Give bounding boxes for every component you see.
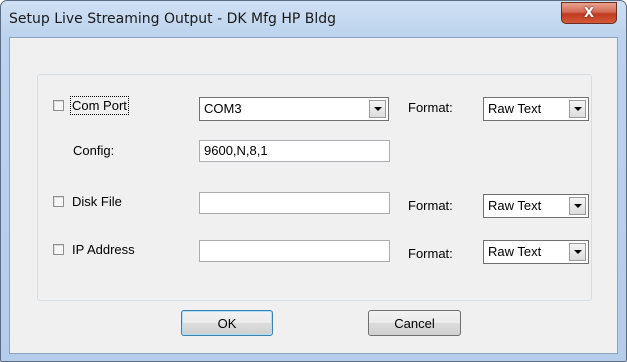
ip-address-input[interactable]: [199, 240, 390, 262]
ip-address-label: IP Address: [72, 242, 135, 257]
com-port-checkbox[interactable]: [53, 100, 64, 111]
ip-address-format-select[interactable]: Raw Text: [483, 240, 589, 264]
disk-file-format-value: Raw Text: [488, 198, 542, 213]
disk-file-checkbox-row[interactable]: Disk File: [53, 194, 122, 209]
close-button[interactable]: X: [561, 2, 617, 24]
disk-file-input[interactable]: [199, 192, 390, 214]
chevron-down-icon: [373, 107, 382, 111]
cancel-button[interactable]: Cancel: [368, 310, 461, 336]
ip-address-format-value: Raw Text: [488, 244, 542, 259]
disk-file-format-label: Format:: [408, 198, 453, 213]
com-port-value: COM3: [204, 101, 242, 116]
config-label: Config:: [73, 143, 115, 158]
window-title: Setup Live Streaming Output - DK Mfg HP …: [9, 11, 337, 27]
ip-address-format-label: Format:: [408, 246, 453, 261]
ip-address-checkbox[interactable]: [53, 244, 64, 255]
config-input[interactable]: 9600,N,8,1: [199, 140, 390, 162]
ip-address-checkbox-row[interactable]: IP Address: [53, 242, 135, 257]
com-port-checkbox-row[interactable]: Com Port: [53, 96, 129, 115]
com-port-format-label: Format:: [408, 100, 453, 115]
title-bar[interactable]: Setup Live Streaming Output - DK Mfg HP …: [1, 1, 626, 37]
dialog-client-area: Com Port COM3 Format: Raw Text Config: 9…: [9, 37, 618, 354]
dialog-window: Setup Live Streaming Output - DK Mfg HP …: [0, 0, 627, 362]
com-port-format-value: Raw Text: [488, 101, 542, 116]
disk-file-format-dropdown-button[interactable]: [569, 197, 586, 215]
chevron-down-icon: [573, 107, 582, 111]
chevron-down-icon: [573, 250, 582, 254]
disk-file-checkbox[interactable]: [53, 196, 64, 207]
com-port-label: Com Port: [70, 96, 129, 115]
disk-file-label: Disk File: [72, 194, 122, 209]
chevron-down-icon: [573, 204, 582, 208]
ok-button[interactable]: OK: [181, 310, 273, 336]
com-port-dropdown-button[interactable]: [369, 100, 386, 118]
com-port-format-dropdown-button[interactable]: [569, 100, 586, 118]
close-icon: X: [583, 5, 595, 21]
com-port-format-select[interactable]: Raw Text: [483, 97, 589, 121]
com-port-select[interactable]: COM3: [199, 97, 389, 121]
ip-address-format-dropdown-button[interactable]: [569, 243, 586, 261]
disk-file-format-select[interactable]: Raw Text: [483, 194, 589, 218]
